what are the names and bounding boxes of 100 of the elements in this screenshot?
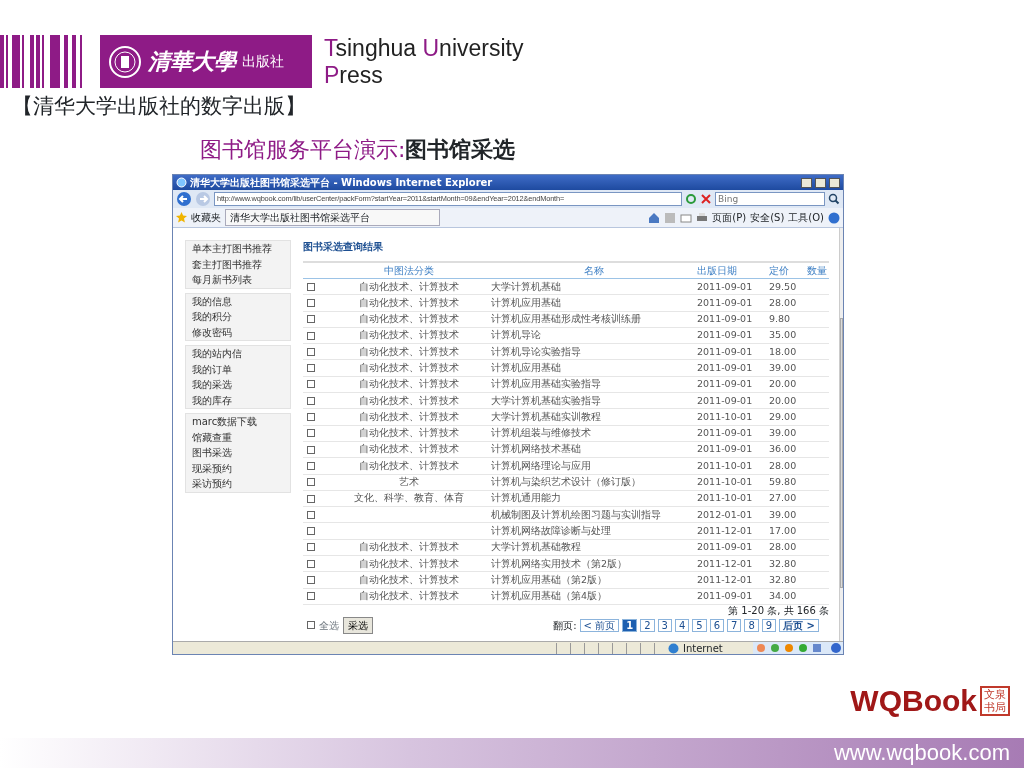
row-checkbox[interactable] (307, 331, 315, 340)
sidebar-link[interactable]: 修改密码 (192, 324, 284, 340)
table-cell-text: 自动化技术、计算技术 (358, 361, 460, 375)
row-checkbox[interactable] (307, 527, 315, 536)
table-cell-text: 大学计算机基础实训教程 (491, 409, 602, 424)
sidebar-link[interactable]: 我的库存 (192, 392, 284, 408)
table-cell-text: 自动化技术、计算技术 (358, 295, 460, 310)
table-cell-text: 2011-10-01 (697, 491, 754, 506)
checkbox-label: 全选 (319, 618, 339, 633)
table-cell-text: 计算机与染织艺术设计（修订版） (491, 475, 642, 490)
row-checkbox[interactable] (307, 510, 315, 519)
result-count: 第 1-20 条, 共 166 条 (728, 604, 829, 616)
favorites-button[interactable]: 收藏夹 (191, 210, 221, 225)
browser-tab[interactable]: 清华大学出版社图书馆采选平台 (225, 209, 440, 226)
seal-icon (108, 44, 142, 79)
sidebar-link[interactable]: 我的信息 (192, 293, 284, 309)
page-button[interactable]: 7 (727, 618, 742, 632)
stop-icon[interactable] (700, 193, 712, 205)
table-cell-text: 27.00 (769, 491, 798, 506)
scrollbar[interactable] (839, 228, 843, 641)
page-button[interactable]: 2 (640, 618, 655, 632)
sidebar-link[interactable]: 我的积分 (192, 309, 284, 325)
table-cell-text: 2011-09-01 (697, 393, 754, 408)
row-checkbox[interactable] (307, 429, 315, 438)
table-cell-text: 文化、科学、教育、体育 (353, 491, 465, 506)
table-cell-text: 35.00 (769, 328, 798, 343)
back-icon[interactable] (176, 191, 192, 207)
row-checkbox[interactable] (307, 494, 315, 503)
page-button[interactable]: 5 (692, 618, 707, 632)
search-icon[interactable] (828, 193, 840, 205)
row-checkbox[interactable] (307, 445, 315, 454)
table-cell-text: 2011-09-01 (697, 377, 754, 392)
search-field[interactable]: Bing (715, 192, 825, 206)
row-checkbox[interactable] (307, 347, 315, 356)
page-button[interactable]: 3 (657, 618, 672, 632)
table-cell-text: 计算机网络实用技术（第2版） (491, 556, 629, 571)
sidebar-link[interactable]: 现采预约 (192, 460, 284, 476)
page-button[interactable]: 1 (622, 618, 638, 632)
row-checkbox[interactable] (307, 461, 315, 470)
maximize-button[interactable] (815, 177, 826, 188)
row-checkbox[interactable] (307, 298, 315, 307)
row-checkbox[interactable] (307, 364, 315, 373)
page-button[interactable]: 9 (761, 618, 777, 632)
table-cell-text: 2011-10-01 (697, 409, 754, 424)
row-checkbox[interactable] (307, 592, 315, 601)
row-checkbox[interactable] (307, 478, 315, 487)
sidebar-link[interactable]: marc数据下载 (192, 414, 284, 430)
row-checkbox[interactable] (307, 282, 315, 291)
table-cell-text: 2011-12-01 (697, 556, 754, 571)
row-checkbox[interactable] (307, 380, 315, 389)
table-cell-text: 计算机应用基础（第4版） (491, 589, 609, 604)
next-page-button[interactable]: 后页 > (779, 618, 819, 632)
table-cell-text: 2011-09-01 (697, 426, 754, 441)
slide-subtitle-emphasis: 图书馆采选 (405, 137, 516, 162)
sidebar-link[interactable]: 采访预约 (192, 476, 284, 492)
sidebar-link[interactable]: 我的订单 (192, 361, 284, 377)
table-cell-text: 计算机应用基础 (491, 361, 562, 375)
sidebar-link[interactable]: 我的站内信 (192, 346, 284, 362)
minimize-button[interactable] (801, 177, 812, 188)
tray-icons-drawing[interactable] (753, 642, 843, 654)
slide-heading: 【清华大学出版社的数字出版】 (12, 93, 307, 119)
table-cell-text: 计算机通用能力 (491, 491, 562, 506)
refresh-icon[interactable] (685, 193, 697, 205)
sidebar-link[interactable]: 我的采选 (192, 377, 284, 393)
sidebar-link[interactable]: 图书采选 (192, 445, 284, 461)
page-button[interactable]: 4 (674, 618, 690, 632)
row-checkbox[interactable] (307, 576, 315, 584)
toolbar-menu[interactable]: 工具(O) (788, 210, 824, 225)
row-checkbox[interactable] (307, 413, 315, 421)
print-icon[interactable] (696, 211, 709, 224)
row-checkbox[interactable] (307, 543, 315, 552)
page-button[interactable]: 6 (709, 618, 724, 632)
toolbar-menu[interactable]: 安全(S) (750, 210, 785, 225)
star-icon[interactable] (176, 212, 187, 223)
column-header: 中图法分类 (383, 264, 435, 278)
page-button[interactable]: 8 (744, 618, 759, 632)
row-checkbox[interactable] (307, 559, 315, 568)
home-icon[interactable] (648, 211, 661, 224)
footer-url: www.wqbook.com (833, 740, 1010, 765)
sidebar-link[interactable]: 馆藏查重 (192, 429, 284, 445)
table-cell-text: 29.00 (769, 409, 798, 424)
column-header: 出版日期 (697, 264, 738, 278)
table-cell-text: 自动化技术、计算技术 (358, 312, 460, 327)
row-checkbox[interactable] (307, 315, 315, 324)
sidebar-link[interactable]: 每月新书列表 (192, 272, 284, 288)
table-cell-text: 计算机组装与维修技术 (491, 426, 592, 441)
select-all-checkbox[interactable] (307, 621, 315, 630)
table-cell-text: 2011-10-01 (697, 475, 754, 490)
table-cell-text: 59.80 (769, 475, 798, 490)
table-cell-text: 自动化技术、计算技术 (358, 393, 460, 408)
sidebar-link[interactable]: 单本主打图书推荐 (192, 241, 284, 257)
close-button[interactable] (829, 177, 840, 188)
submit-button[interactable]: 采选 (343, 616, 373, 634)
row-checkbox[interactable] (307, 396, 315, 405)
table-cell-text: 计算机导论实验指导 (491, 344, 582, 359)
prev-page-button[interactable]: < 前页 (579, 618, 620, 632)
logo-title: 清華大學 (148, 47, 236, 76)
toolbar-menu[interactable]: 页面(P) (712, 210, 747, 225)
sidebar-link[interactable]: 套主打图书推荐 (192, 256, 284, 272)
table-cell-text: 39.00 (769, 426, 798, 441)
